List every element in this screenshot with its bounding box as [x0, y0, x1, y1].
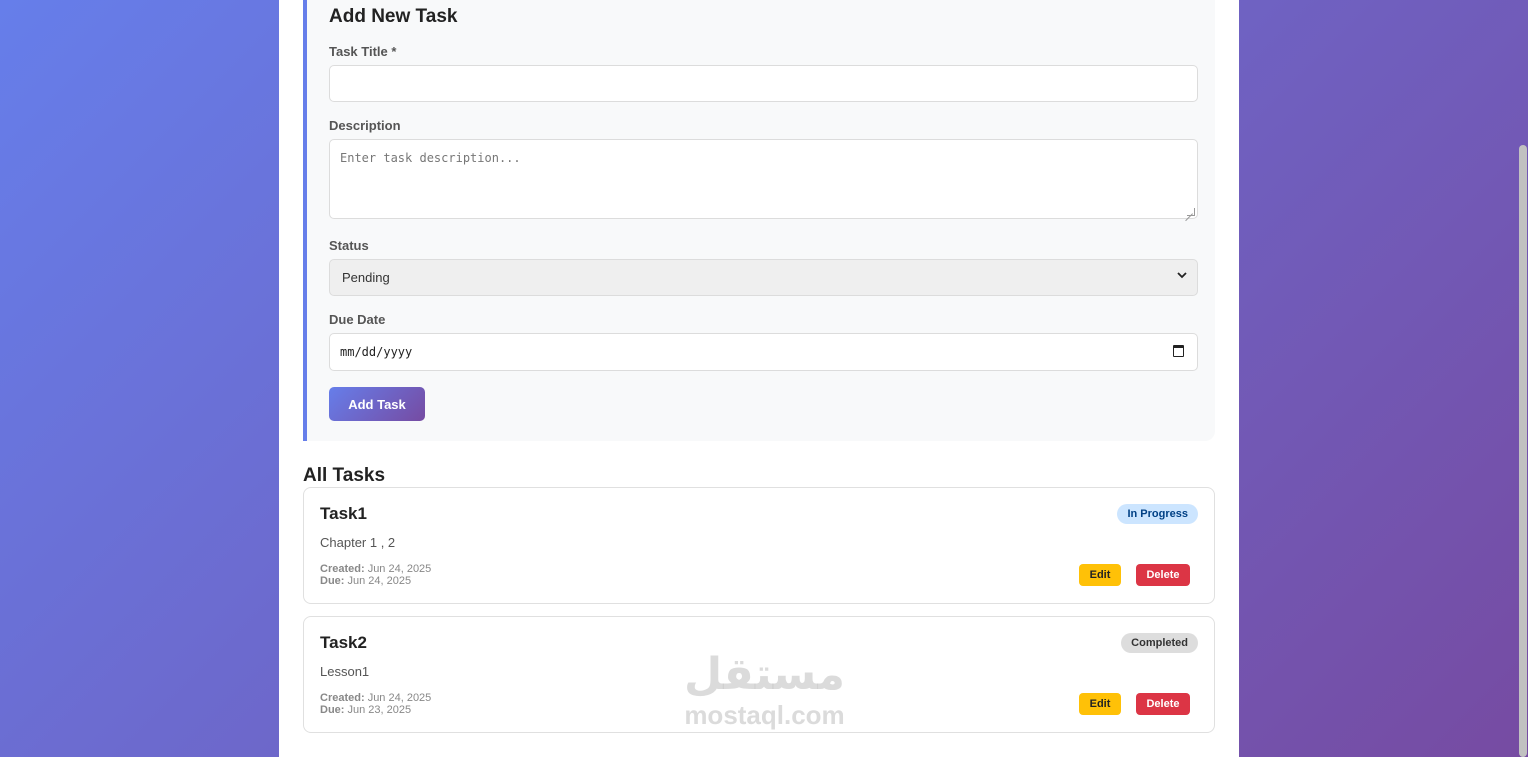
due-date: Jun 23, 2025 [347, 704, 412, 716]
task-title: Task2 [320, 633, 367, 652]
calendar-icon[interactable] [1173, 345, 1184, 357]
description-label: Description [329, 118, 401, 133]
task-meta: Created: Jun 24, 2025 Due: Jun 23, 2025 [320, 692, 431, 716]
due-date-placeholder: mm/dd/yyyy [340, 345, 413, 359]
created-label: Created: [320, 563, 365, 575]
created-date: Jun 24, 2025 [367, 692, 432, 704]
scrollbar-thumb[interactable] [1519, 145, 1527, 757]
edit-button[interactable]: Edit [1079, 564, 1121, 586]
task-title-input[interactable] [329, 65, 1198, 102]
form-title: Add New Task [329, 6, 458, 27]
watermark-latin: mostaql.com [684, 700, 845, 730]
edit-button[interactable]: Edit [1079, 693, 1121, 715]
status-badge: Completed [1121, 633, 1198, 653]
chevron-down-icon [1177, 269, 1187, 283]
due-date-input[interactable]: mm/dd/yyyy [329, 333, 1198, 371]
resize-handle-icon[interactable] [1187, 208, 1195, 216]
description-placeholder: Enter task description... [340, 151, 521, 165]
status-label: Status [329, 238, 369, 253]
add-task-button[interactable]: Add Task [329, 387, 425, 421]
task-title-label: Task Title * [329, 44, 397, 59]
due-date-label: Due Date [329, 312, 386, 327]
task-description: Chapter 1 , 2 [320, 535, 396, 550]
status-badge: In Progress [1117, 504, 1198, 524]
delete-button[interactable]: Delete [1136, 693, 1190, 715]
task-meta: Created: Jun 24, 2025 Due: Jun 24, 2025 [320, 563, 431, 587]
page-scrollbar[interactable] [1518, 0, 1528, 757]
watermark-logo: مستقل mostaql.com [672, 649, 857, 731]
watermark-arabic: مستقل [684, 649, 845, 700]
status-select[interactable]: Pending [329, 259, 1198, 296]
created-label: Created: [320, 692, 365, 704]
description-textarea[interactable]: Enter task description... [329, 139, 1198, 219]
due-label: Due: [320, 575, 345, 587]
task-description: Lesson1 [320, 664, 370, 679]
delete-button[interactable]: Delete [1136, 564, 1190, 586]
task-title: Task1 [320, 504, 367, 523]
due-date: Jun 24, 2025 [347, 575, 412, 587]
created-date: Jun 24, 2025 [367, 563, 432, 575]
all-tasks-heading: All Tasks [303, 465, 386, 486]
task-card: Task1 In Progress Chapter 1 , 2 Created:… [303, 487, 1215, 604]
add-task-form: Add New Task Task Title * Description En… [303, 0, 1215, 441]
status-selected-value: Pending [342, 270, 390, 285]
main-container: Add New Task Task Title * Description En… [279, 0, 1239, 757]
due-label: Due: [320, 704, 345, 716]
